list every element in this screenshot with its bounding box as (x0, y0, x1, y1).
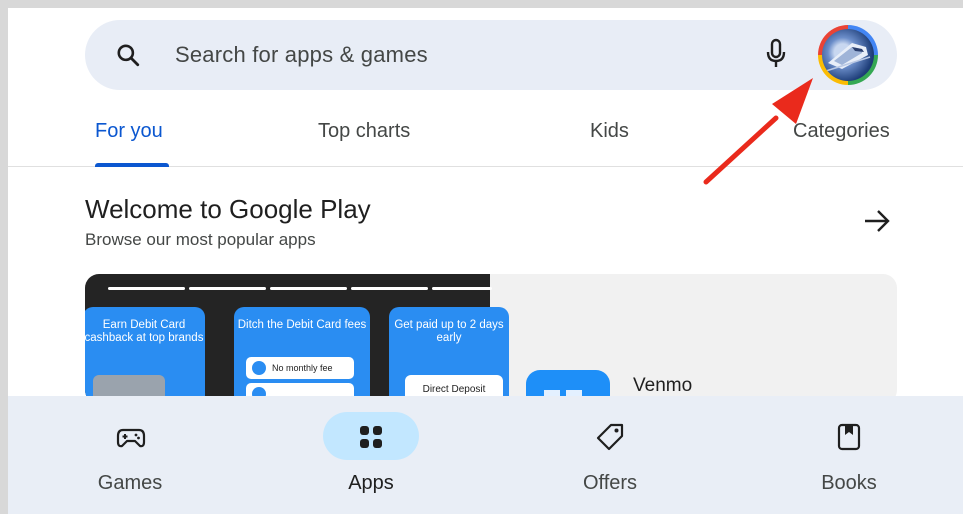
featured-app-card[interactable]: Earn Debit Card cashback at top brands D… (85, 274, 897, 404)
check-icon (252, 361, 266, 375)
carousel-progress-bar (270, 287, 347, 290)
frame-border (0, 0, 8, 514)
frame-border (0, 0, 963, 8)
feature-pill: No monthly fee (246, 357, 354, 379)
app-name[interactable]: Venmo (633, 375, 692, 397)
promo-text: Earn Debit Card cashback at top brands (85, 319, 204, 344)
promo-screenshot: Ditch the Debit Card fees No monthly fee (234, 307, 370, 404)
bookmark-icon (837, 423, 861, 451)
nav-games[interactable]: Games (41, 396, 201, 514)
gamepad-icon (116, 428, 146, 448)
nav-offers[interactable]: Offers (519, 396, 679, 514)
nav-apps[interactable]: Apps (280, 396, 440, 514)
account-avatar[interactable] (818, 25, 878, 85)
arrow-right-icon[interactable] (862, 208, 892, 234)
annotation-arrow-icon (703, 78, 813, 185)
promo-text: Get paid up to 2 days early (394, 319, 504, 344)
tab-for-you[interactable]: For you (95, 120, 163, 143)
nav-label: Games (97, 472, 163, 494)
section-subtitle: Browse our most popular apps (85, 230, 316, 249)
carousel-progress-bar (432, 287, 492, 290)
nav-label: Offers (582, 472, 638, 494)
carousel-progress-bar (189, 287, 266, 290)
active-tab-indicator (95, 163, 169, 167)
nav-label: Apps (348, 472, 394, 494)
avatar-image (822, 29, 874, 81)
carousel-progress-bar (351, 287, 428, 290)
pill-label: No monthly fee (272, 363, 333, 373)
tab-kids[interactable]: Kids (590, 120, 629, 143)
promo-screenshot: Get paid up to 2 days early Direct Depos… (389, 307, 509, 404)
nav-label: Books (821, 472, 877, 494)
section-title: Welcome to Google Play (85, 194, 371, 224)
carousel-progress-bar (108, 287, 185, 290)
search-icon[interactable] (115, 42, 141, 68)
nav-books[interactable]: Books (758, 396, 918, 514)
apps-grid-icon (360, 426, 382, 448)
search-input[interactable]: Search for apps & games (175, 42, 428, 68)
promo-screenshot: Earn Debit Card cashback at top brands (85, 307, 205, 404)
tab-top-charts[interactable]: Top charts (318, 120, 410, 143)
microphone-icon[interactable] (764, 38, 788, 70)
promo-text: Ditch the Debit Card fees (237, 319, 367, 331)
tag-icon (596, 423, 624, 451)
screenshot-carousel: Earn Debit Card cashback at top brands D… (85, 274, 509, 404)
bottom-navigation: Games Apps Offers Books (8, 396, 963, 514)
